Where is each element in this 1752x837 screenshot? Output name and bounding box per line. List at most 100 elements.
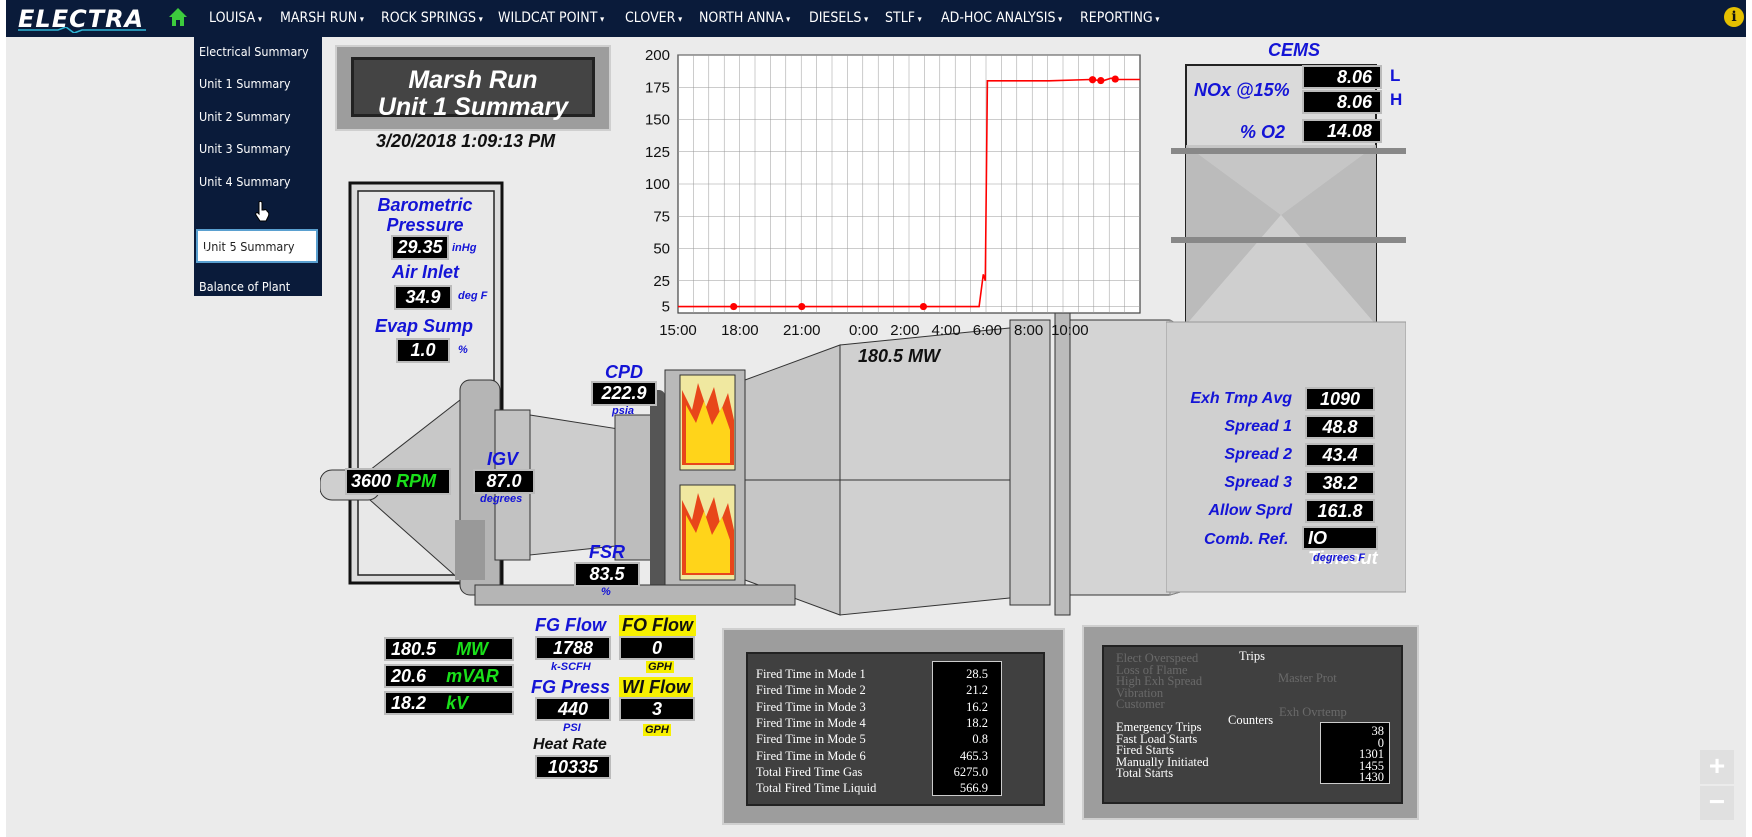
data-point[interactable] [919,302,928,311]
logo-wave-icon [18,27,146,33]
nox-label: NOx @15% [1194,80,1290,100]
electra-logo[interactable]: ELECTRA [18,5,148,33]
fsr-unit: % [601,586,611,598]
dropdown-item[interactable]: Gas Usage [199,246,259,261]
data-point[interactable] [1097,76,1105,85]
x-tick-label: 21:00 [783,322,821,339]
nav-item-reporting[interactable]: REPORTING ▾ [1080,10,1159,26]
data-point[interactable] [1111,75,1119,83]
o2-value: 14.08 [1302,119,1382,143]
barometric-unit: inHg [452,242,477,254]
chevron-down-icon: ▾ [1058,15,1063,25]
air-inlet-label: Air Inlet [392,262,460,282]
nav-item-label: ROCK SPRINGS [381,10,476,26]
nav-item-label: REPORTING [1080,10,1153,26]
fired-time-value: 465.3 [959,748,988,763]
exhaust-value: 48.8 [1305,415,1375,439]
evap-sump-value: 1.0 [396,338,450,363]
x-tick-label: 15:00 [659,322,697,339]
nox-h-label: H [1390,90,1403,109]
exhaust-label: Spread 2 [1224,446,1292,463]
mvar-readout: 20.6 mVAR [384,664,514,688]
exhaust-label: Allow Sprd [1208,502,1292,519]
home-icon[interactable] [168,7,188,27]
trip-indicator: Customer [1116,697,1165,711]
chevron-down-icon: ▾ [600,15,605,25]
fired-time-label: Fired Time in Mode 6 [756,748,866,763]
nav-item-ad-hoc-analysis[interactable]: AD-HOC ANALYSIS ▾ [941,10,1062,26]
dropdown-item[interactable]: Balance of Plant [199,279,290,294]
chevron-down-icon: ▾ [478,15,483,25]
evap-sump-label: Evap Sump [375,316,474,336]
nav-item-label: NORTH ANNA [699,10,784,26]
fo-flow-unit: GPH [646,661,674,673]
fg-press-value: 440 [535,697,611,721]
kv-readout: 18.2 kV [384,691,514,715]
nav-item-label: AD-HOC ANALYSIS [941,10,1056,26]
nav-item-label: CLOVER [625,10,676,26]
unit-dropdown-menu: Unit 5 Summary Electrical Summary Unit 1 … [194,36,322,296]
fired-time-label: Fired Time in Mode 5 [756,732,866,747]
chevron-down-icon: ▾ [678,15,683,25]
zoom-in-button[interactable]: + [1700,750,1734,784]
y-tick-label: 125 [645,144,670,161]
nav-item-louisa[interactable]: LOUISA ▾ [209,10,262,26]
barometric-value: 29.35 [391,235,449,260]
zoom-out-button[interactable]: − [1700,786,1734,820]
x-tick-label: 10:00 [1051,322,1089,339]
y-tick-label: 5 [662,299,670,316]
counters-title: Counters [1228,713,1274,727]
fg-press-unit: PSI [563,722,581,734]
dropdown-item[interactable]: Unit 1 Summary [199,76,291,91]
info-icon[interactable]: i [1724,7,1744,27]
nav-item-stlf[interactable]: STLF ▾ [885,10,922,26]
fg-flow-value: 1788 [535,636,611,660]
x-tick-label: 0:00 [849,322,878,339]
chevron-down-icon: ▾ [864,15,869,25]
igv-unit: degrees [480,493,523,505]
exhaust-label: Exh Tmp Avg [1190,390,1292,407]
y-tick-label: 100 [645,176,670,193]
chevron-down-icon: ▾ [1155,15,1160,25]
cpd-value: 222.9 [591,381,657,406]
dropdown-item[interactable]: Unit 4 Summary [199,174,291,189]
exhaust-value: 43.4 [1305,443,1375,467]
kv-unit: kV [446,693,469,713]
nav-item-diesels[interactable]: DIESELS ▾ [809,10,868,26]
air-inlet-value: 34.9 [394,285,452,310]
mvar-unit: mVAR [446,666,499,686]
data-point[interactable] [1088,76,1097,84]
nav-item-clover[interactable]: CLOVER ▾ [625,10,682,26]
trips-title: Trips [1239,649,1265,663]
data-point[interactable] [730,302,738,311]
nav-item-wildcat-point[interactable]: WILDCAT POINT ▾ [498,10,604,26]
fsr-value: 83.5 [574,562,640,587]
mw-trend-chart[interactable]: 5 25 50 75 100 125 150 175 200 15:00 18:00 21:00 0:0… [638,50,1148,340]
exhaust-value: 161.8 [1305,499,1375,523]
evap-sump-unit: % [458,344,468,356]
nav-item-north-anna[interactable]: NORTH ANNA ▾ [699,10,790,26]
y-tick-label: 200 [645,50,670,64]
nav-item-rock-springs[interactable]: ROCK SPRINGS ▾ [381,10,483,26]
o2-label: % O2 [1240,122,1286,142]
pressure-label: Pressure [386,215,464,235]
dropdown-item[interactable]: Unit 2 Summary [199,109,291,124]
dropdown-item[interactable]: Electrical Summary [199,44,309,59]
fsr-label: FSR [589,542,625,562]
x-tick-label: 18:00 [721,322,759,339]
igv-label: IGV [487,449,519,469]
dropdown-item[interactable]: Unit 3 Summary [199,141,291,156]
nav-item-label: DIESELS [809,10,862,26]
igv-value: 87.0 [473,469,535,494]
fired-time-label: Total Fired Time Gas [756,764,863,779]
timestamp: 3/20/2018 1:09:13 PM [376,131,556,151]
mw-unit: MW [456,639,489,659]
y-tick-label: 150 [645,112,670,129]
trip-master-prot: Master Prot [1278,671,1337,685]
heat-rate-label: Heat Rate [533,736,607,753]
fired-time-value: 21.2 [966,683,988,698]
nav-item-marsh-run[interactable]: MARSH RUN ▾ [280,10,364,26]
nav-item-label: STLF [885,10,915,26]
data-point[interactable] [798,302,806,311]
title-plate: Marsh Run Unit 1 Summary [335,45,611,131]
